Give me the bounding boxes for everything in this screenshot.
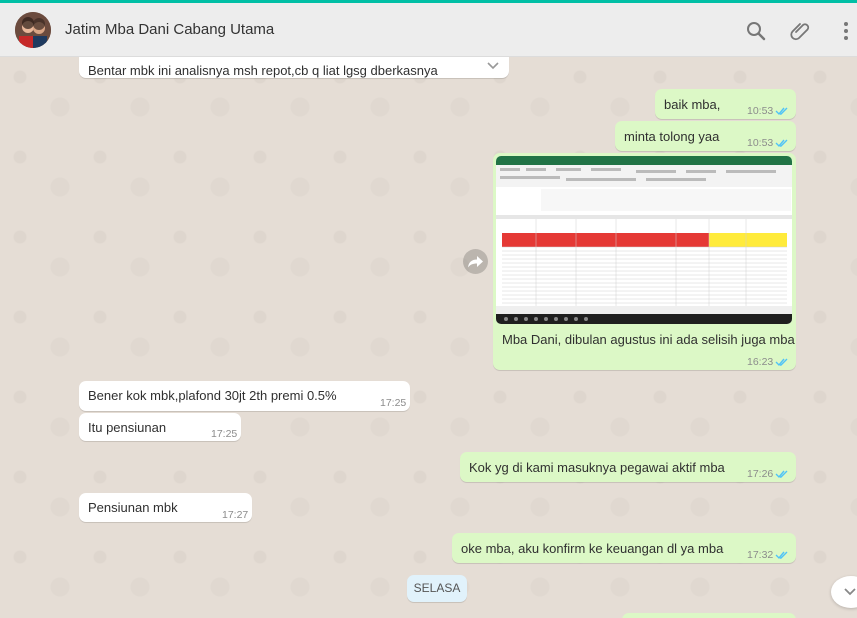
message-time: 17:32 xyxy=(747,549,774,561)
message-incoming[interactable]: Pensiunan mbk 17:27 xyxy=(79,493,252,522)
message-text: Itu pensiunan xyxy=(88,420,167,435)
contact-name[interactable]: Jatim Mba Dani Cabang Utama xyxy=(65,21,274,38)
message-time: 17:25 xyxy=(380,397,407,409)
read-receipt-icon xyxy=(775,107,788,116)
chat-header: Jatim Mba Dani Cabang Utama xyxy=(0,3,857,57)
read-receipt-icon xyxy=(775,139,788,148)
read-receipt-icon xyxy=(775,358,788,367)
message-time: 10:53 xyxy=(747,105,774,117)
message-text: Pensiunan mbk xyxy=(88,500,178,515)
message-incoming[interactable]: Bentar mbk ini analisnya msh repot,cb q … xyxy=(79,57,509,78)
read-receipt-icon xyxy=(775,551,788,560)
day-separator: SELASA xyxy=(407,575,467,602)
message-time: 17:26 xyxy=(747,468,774,480)
chat-panel[interactable]: Bentar mbk ini analisnya msh repot,cb q … xyxy=(0,57,857,618)
message-outgoing[interactable] xyxy=(622,613,796,618)
spreadsheet-screenshot[interactable] xyxy=(496,156,792,324)
message-outgoing[interactable]: baik mba, 10:53 xyxy=(655,89,796,119)
message-text: minta tolong yaa xyxy=(624,129,720,144)
message-text: Bentar mbk ini analisnya msh repot,cb q … xyxy=(88,63,438,78)
contact-avatar[interactable] xyxy=(15,12,51,48)
scroll-to-bottom-button[interactable] xyxy=(831,576,857,608)
message-text: Bener kok mbk,plafond 30jt 2th premi 0.5… xyxy=(88,388,337,403)
message-text: Mba Dani, dibulan agustus ini ada selisi… xyxy=(502,332,795,347)
message-outgoing[interactable]: oke mba, aku konfirm ke keuangan dl ya m… xyxy=(452,533,796,563)
search-icon[interactable] xyxy=(744,19,768,43)
forward-button[interactable] xyxy=(463,249,488,274)
message-incoming[interactable]: Itu pensiunan 17:25 xyxy=(79,413,241,441)
message-text: Kok yg di kami masuknya pegawai aktif mb… xyxy=(469,460,725,475)
message-time: 16:23 xyxy=(747,356,774,368)
message-time: 17:27 xyxy=(222,509,249,521)
message-outgoing-image[interactable]: Mba Dani, dibulan agustus ini ada selisi… xyxy=(493,153,796,370)
read-receipt-icon xyxy=(775,470,788,479)
chevron-down-icon[interactable] xyxy=(486,61,500,71)
forward-icon xyxy=(468,256,483,268)
message-time: 17:25 xyxy=(211,428,238,440)
message-outgoing[interactable]: minta tolong yaa 10:53 xyxy=(615,121,796,151)
chevron-down-icon xyxy=(844,588,856,596)
attach-icon[interactable] xyxy=(789,19,813,43)
message-outgoing[interactable]: Kok yg di kami masuknya pegawai aktif mb… xyxy=(460,452,796,482)
message-text: baik mba, xyxy=(664,97,721,112)
message-incoming[interactable]: Bener kok mbk,plafond 30jt 2th premi 0.5… xyxy=(79,381,410,411)
message-time: 10:53 xyxy=(747,137,774,149)
menu-icon[interactable] xyxy=(834,19,857,43)
message-text: oke mba, aku konfirm ke keuangan dl ya m… xyxy=(461,541,724,556)
